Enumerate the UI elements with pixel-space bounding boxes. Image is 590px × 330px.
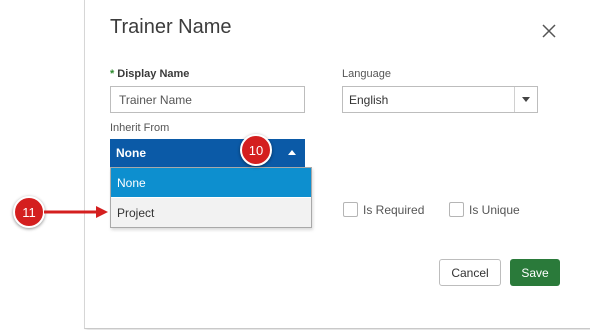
is-unique-label: Is Unique: [469, 202, 520, 217]
option-project[interactable]: Project: [111, 198, 311, 227]
is-required-label: Is Required: [363, 202, 425, 217]
step-badge-11: 11: [13, 196, 45, 228]
display-name-label: * Display Name: [110, 68, 189, 80]
caret-up-icon: [288, 150, 296, 155]
required-marker: *: [110, 68, 115, 80]
display-name-input[interactable]: Trainer Name: [110, 86, 305, 113]
is-required-box[interactable]: [343, 202, 358, 217]
inherit-from-value: None: [116, 146, 146, 160]
display-name-value: Trainer Name: [119, 92, 192, 107]
display-name-label-text: Display Name: [117, 68, 190, 80]
inherit-from-select[interactable]: None: [110, 139, 305, 167]
close-icon: [542, 24, 556, 38]
language-label: Language: [342, 68, 391, 80]
arrow-right-icon: [44, 206, 108, 218]
is-unique-box[interactable]: [449, 202, 464, 217]
save-button[interactable]: Save: [510, 259, 560, 286]
dialog-title: Trainer Name: [110, 16, 232, 38]
option-none[interactable]: None: [111, 168, 311, 197]
language-value: English: [349, 93, 389, 107]
inherit-from-label: Inherit From: [110, 122, 170, 134]
step-badge-10: 10: [240, 134, 272, 166]
cancel-button[interactable]: Cancel: [439, 259, 501, 286]
language-select[interactable]: English: [342, 86, 538, 113]
is-required-checkbox[interactable]: Is Required: [343, 202, 424, 217]
is-unique-checkbox[interactable]: Is Unique: [449, 202, 520, 217]
caret-down-icon: [522, 96, 530, 102]
inherit-from-dropdown: None Project: [110, 167, 312, 228]
close-button[interactable]: [538, 20, 560, 42]
language-dropdown-toggle[interactable]: [514, 87, 537, 112]
